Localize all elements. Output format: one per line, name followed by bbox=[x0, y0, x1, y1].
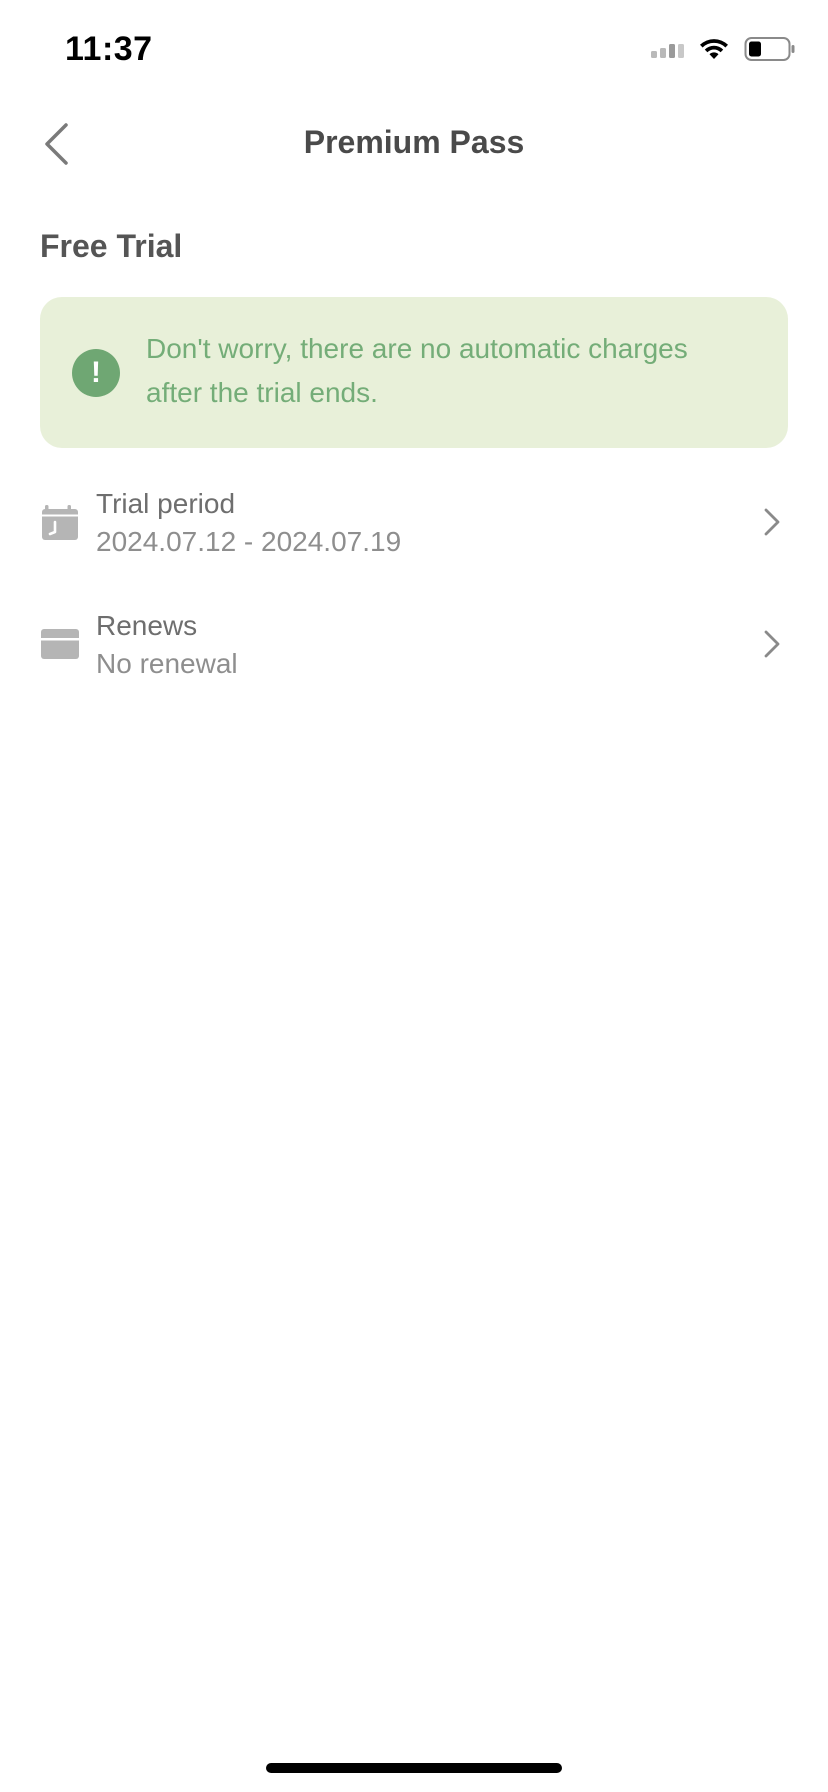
section-heading: Free Trial bbox=[40, 228, 183, 264]
status-time: 11:37 bbox=[65, 30, 153, 68]
info-banner-text: Don't worry, there are no automatic char… bbox=[146, 333, 688, 408]
renews-label: Renews bbox=[96, 610, 198, 641]
chevron-right-icon bbox=[764, 508, 780, 536]
trial-period-row[interactable]: Trial period 2024.07.12 - 2024.07.19 bbox=[40, 480, 788, 580]
renews-value: No renewal bbox=[96, 648, 238, 679]
chevron-right-icon bbox=[764, 630, 780, 658]
trial-period-label: Trial period bbox=[96, 488, 236, 519]
status-bar: 11:37 bbox=[0, 0, 828, 100]
renews-row[interactable]: Renews No renewal bbox=[40, 602, 788, 702]
trial-period-value: 2024.07.12 - 2024.07.19 bbox=[96, 526, 402, 557]
status-icons bbox=[651, 36, 796, 62]
page-title: Premium Pass bbox=[303, 124, 525, 160]
exclamation-circle-icon: ! bbox=[72, 349, 120, 397]
calendar-icon bbox=[42, 505, 78, 540]
battery-icon bbox=[744, 37, 795, 61]
info-banner: ! Don't worry, there are no automatic ch… bbox=[40, 297, 788, 448]
home-indicator bbox=[266, 1763, 562, 1773]
nav-bar: Premium Pass bbox=[0, 100, 828, 188]
credit-card-icon bbox=[41, 629, 79, 659]
cellular-signal-icon bbox=[651, 40, 684, 58]
wifi-icon bbox=[700, 39, 728, 59]
